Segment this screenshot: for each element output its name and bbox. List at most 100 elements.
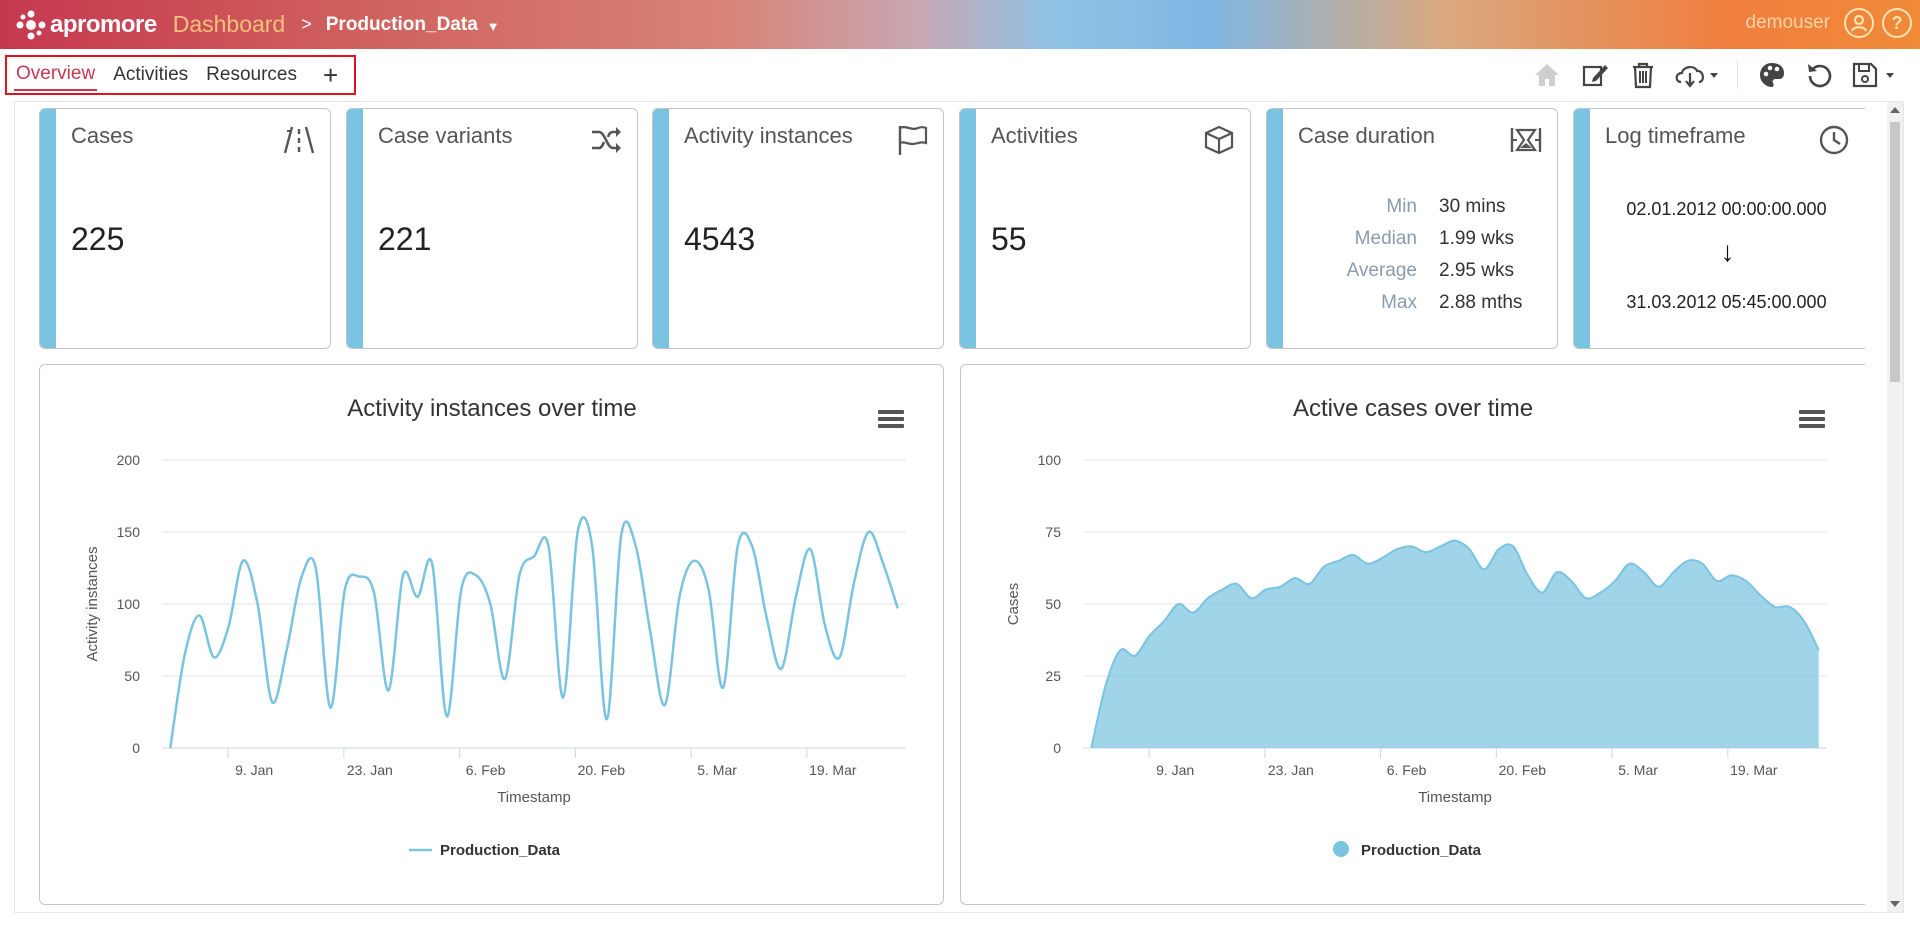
road-icon — [282, 123, 316, 157]
card-accent-bar — [40, 109, 56, 348]
x-tick-label: 5. Mar — [697, 762, 737, 778]
card-value: 55 — [991, 221, 1027, 257]
y-tick-label: 50 — [124, 668, 140, 684]
y-tick-label: 75 — [1045, 524, 1061, 540]
tab-resources[interactable]: Resources — [204, 60, 299, 90]
legend-label: Production_Data — [440, 842, 561, 859]
card-accent-bar — [1267, 109, 1283, 348]
stat-value: 1.99 wks — [1439, 228, 1514, 249]
stat-label: Median — [1354, 228, 1417, 249]
stat-label: Max — [1381, 292, 1417, 313]
y-tick-label: 50 — [1045, 596, 1061, 612]
kpi-card-cases: Cases 225 — [39, 108, 331, 349]
chart-legend[interactable]: Production_Data — [1333, 841, 1482, 859]
kpi-card-activity-instances: Activity instances 4543 — [652, 108, 944, 349]
y-tick-label: 100 — [117, 596, 141, 612]
stat-label: Min — [1386, 196, 1417, 217]
breadcrumb-dashboard[interactable]: Dashboard — [173, 11, 286, 38]
tab-overview[interactable]: Overview — [14, 59, 98, 91]
menu-bar — [1799, 410, 1825, 414]
shuffle-icon — [589, 123, 623, 157]
chart-menu-icon[interactable] — [1799, 410, 1825, 428]
card-title: Cases — [71, 123, 134, 148]
top-header: apromore Dashboard > Production_Data ▼ d… — [0, 0, 1920, 49]
x-axis-title: Timestamp — [1418, 789, 1492, 806]
chart-legend[interactable]: Production_Data — [409, 842, 561, 859]
legend-label: Production_Data — [1361, 842, 1482, 859]
timeframe-start: 02.01.2012 00:00:00.000 — [1626, 199, 1827, 219]
x-axis-title: Timestamp — [497, 789, 571, 806]
stat-value: 2.88 mths — [1439, 292, 1523, 313]
x-tick-label: 5. Mar — [1618, 762, 1658, 778]
x-tick-label: 23. Jan — [1268, 762, 1314, 778]
username[interactable]: demouser — [1746, 12, 1831, 34]
y-axis-title: Cases — [1005, 583, 1022, 626]
toolbar-divider — [1737, 61, 1738, 89]
menu-bar — [878, 424, 904, 428]
download-icon[interactable] — [1673, 57, 1721, 93]
y-tick-label: 25 — [1045, 668, 1061, 684]
reset-icon[interactable] — [1802, 57, 1838, 93]
duration-row-average: Average 2.95 wks — [1307, 255, 1522, 287]
kpi-card-activities: Activities 55 — [959, 108, 1251, 349]
kpi-card-case-duration: Case duration Min 30 mins Median 1.99 wk… — [1266, 108, 1558, 349]
kpi-card-log-timeframe: Log timeframe 02.01.2012 00:00:00.000 ↓ … — [1573, 108, 1865, 349]
card-title: Log timeframe — [1605, 123, 1746, 148]
chart-menu-icon[interactable] — [878, 410, 904, 428]
chart-active-cases: Active cases over time 0 25 50 75 100 9. Jan 23… — [960, 364, 1865, 905]
duration-row-min: Min 30 mins — [1307, 191, 1522, 223]
vertical-scrollbar[interactable] — [1887, 102, 1903, 912]
chart-activity-instances: Activity instances over time 0 50 100 150 200… — [39, 364, 944, 905]
x-tick-label: 20. Feb — [1499, 762, 1547, 778]
help-icon[interactable]: ? — [1882, 8, 1912, 38]
save-icon[interactable] — [1850, 57, 1898, 93]
y-tick-label: 100 — [1038, 452, 1062, 468]
legend-symbol — [1333, 841, 1349, 857]
delete-icon[interactable] — [1625, 57, 1661, 93]
x-tick-label: 20. Feb — [578, 762, 626, 778]
home-icon[interactable] — [1529, 57, 1565, 93]
card-value: 225 — [71, 221, 125, 257]
card-title: Case variants — [378, 123, 513, 148]
flag-icon — [895, 123, 929, 157]
breadcrumb-separator: > — [301, 14, 312, 34]
x-tick-label: 9. Jan — [235, 762, 273, 778]
scroll-up-icon[interactable] — [1890, 107, 1900, 113]
menu-bar — [1799, 424, 1825, 428]
stat-label: Average — [1346, 260, 1417, 281]
card-accent-bar — [960, 109, 976, 348]
apromore-logo-icon — [16, 10, 46, 40]
card-value: 4543 — [684, 221, 756, 257]
card-title: Activities — [991, 123, 1078, 148]
user-account-icon[interactable] — [1844, 8, 1874, 38]
apromore-logo[interactable]: apromore — [16, 10, 157, 40]
chevron-down-icon[interactable]: ▼ — [487, 19, 500, 34]
kpi-card-case-variants: Case variants 221 — [346, 108, 638, 349]
palette-icon[interactable] — [1754, 57, 1790, 93]
y-tick-label: 150 — [117, 524, 141, 540]
line-chart: Activity instances over time 0 50 100 150 200… — [84, 395, 906, 859]
scrollbar-thumb[interactable] — [1890, 122, 1900, 382]
toolbar — [1517, 57, 1898, 93]
duration-row-max: Max 2.88 mths — [1307, 287, 1522, 319]
duration-row-median: Median 1.99 wks — [1307, 223, 1522, 255]
tab-bar: Overview Activities Resources + — [0, 49, 1920, 101]
x-tick-label: 23. Jan — [347, 762, 393, 778]
brand-name: apromore — [50, 10, 157, 38]
chart-title: Active cases over time — [1293, 395, 1533, 422]
clock-icon — [1817, 123, 1851, 157]
tab-activities[interactable]: Activities — [111, 60, 190, 90]
stat-value: 30 mins — [1439, 196, 1506, 217]
y-tick-label: 0 — [1053, 740, 1061, 756]
log-selector[interactable]: Production_Data — [326, 14, 478, 36]
scroll-down-icon[interactable] — [1890, 901, 1900, 907]
card-accent-bar — [653, 109, 669, 348]
tab-list: Overview Activities Resources + — [5, 55, 356, 95]
menu-bar — [878, 410, 904, 414]
edit-icon[interactable] — [1577, 57, 1613, 93]
add-tab-button[interactable]: + — [323, 62, 338, 88]
timeframe-end: 31.03.2012 05:45:00.000 — [1626, 292, 1827, 312]
arrow-down-icon: ↓ — [1720, 236, 1735, 267]
y-axis-title: Activity instances — [84, 546, 101, 661]
area-chart: Active cases over time 0 25 50 75 100 9. Jan 23… — [1005, 395, 1827, 859]
